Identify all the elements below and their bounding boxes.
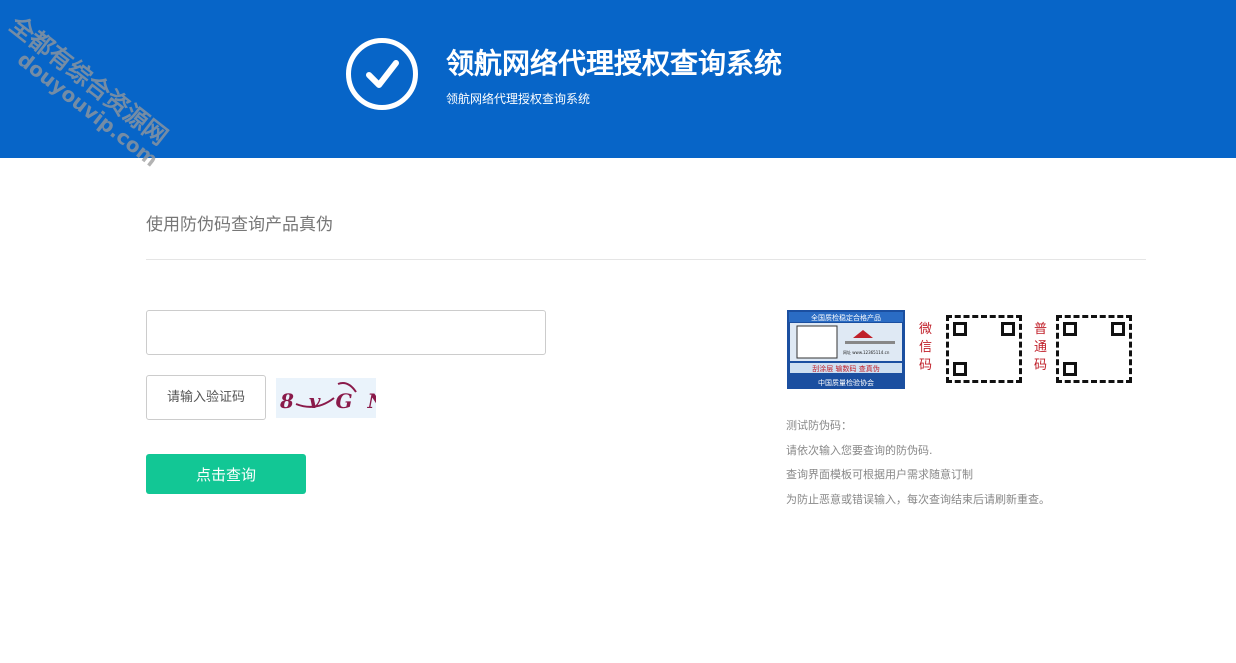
anti-fake-label-image: 全国质检稳定合格产品 网址 www.12365114.cn 刮涂层 输数码 查真… [787, 310, 905, 389]
anti-fake-code-input[interactable] [146, 310, 546, 355]
label-mid-text: 刮涂层 输数码 查真伪 [812, 364, 879, 373]
label-top-text: 全国质检稳定合格产品 [811, 313, 881, 322]
check-circle-icon [346, 38, 418, 110]
wechat-qr-code [946, 315, 1022, 383]
query-button[interactable]: 点击查询 [146, 454, 306, 494]
usage-notes: 测试防伪码： 请依次输入您要查询的防伪码. 查询界面模板可根据用户需求随意订制 … [786, 417, 1050, 515]
captcha-image[interactable]: 8 v G N [276, 378, 376, 418]
note-line: 测试防伪码： [786, 419, 852, 432]
note-line: 请依次输入您要查询的防伪码. [786, 443, 933, 457]
note-line: 查询界面模板可根据用户需求随意订制 [786, 468, 973, 481]
label-small-text: 网址 www.12365114.cn [843, 349, 890, 355]
header-banner: 领航网络代理授权查询系统 领航网络代理授权查询系统 [0, 0, 1236, 158]
site-title: 领航网络代理授权查询系统 [446, 47, 783, 80]
label-bottom-text: 中国质量检验协会 [818, 378, 874, 387]
normal-code-label: 普通码 [1034, 322, 1048, 373]
captcha-text: 8 v G N [279, 389, 376, 413]
normal-qr-code [1056, 315, 1132, 383]
site-subtitle: 领航网络代理授权查询系统 [446, 92, 591, 106]
section-title: 使用防伪码查询产品真伪 [146, 215, 333, 235]
note-line: 为防止恶意或错误输入，每次查询结束后请刷新重查。 [786, 492, 1050, 506]
captcha-input[interactable] [146, 375, 266, 420]
divider [146, 259, 1146, 260]
wechat-code-label: 微信码 [919, 322, 933, 373]
